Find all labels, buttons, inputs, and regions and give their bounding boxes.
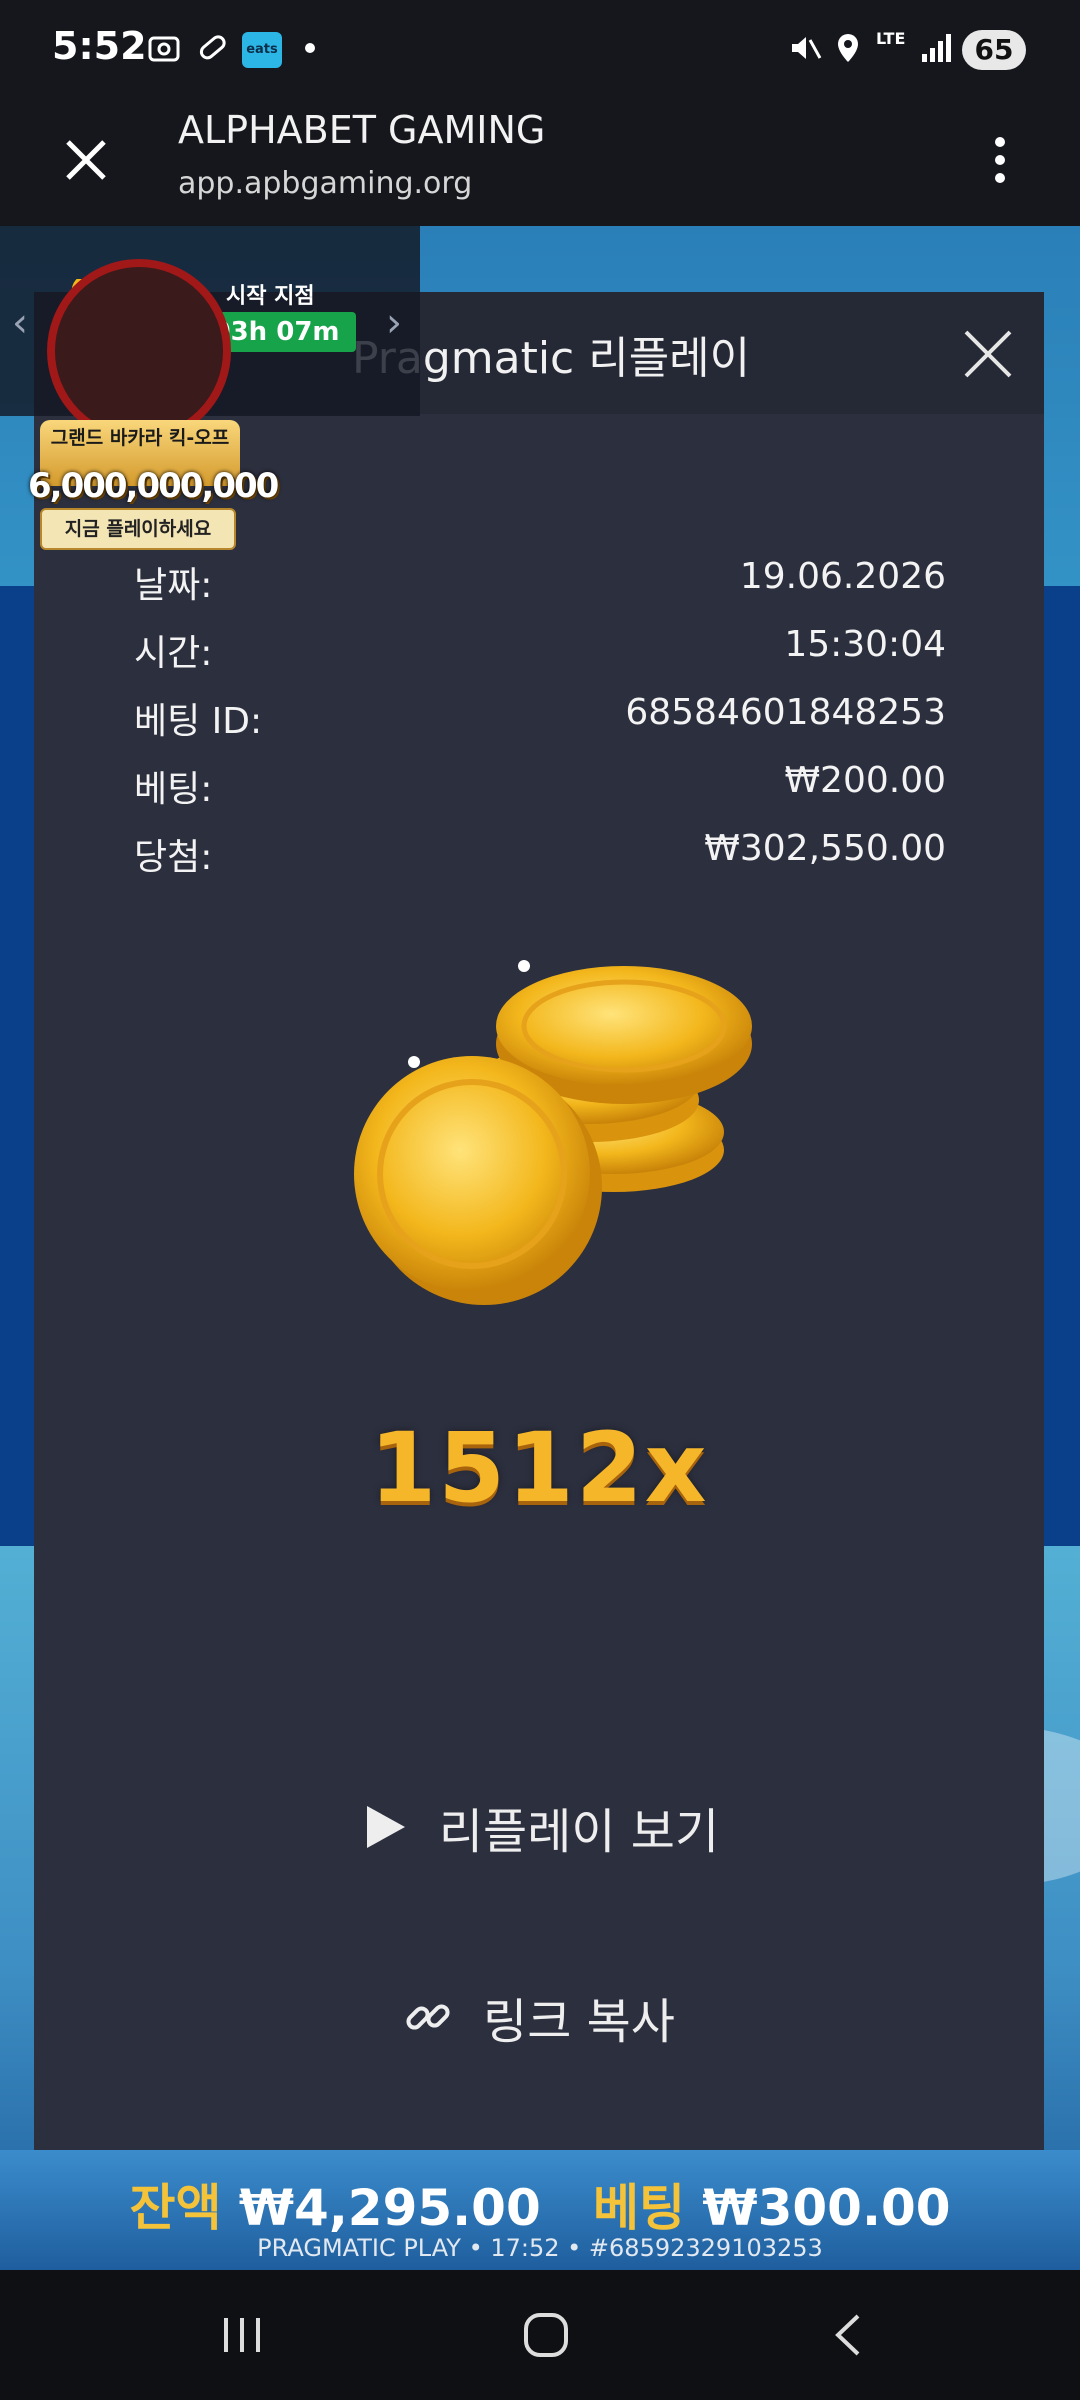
copy-link-button[interactable]: 링크 복사 (34, 1982, 1044, 2072)
promo-start-label: 시작 지점 (226, 284, 315, 309)
detail-label: 베팅: (134, 769, 213, 810)
detail-label: 시간: (134, 633, 213, 674)
close-icon[interactable] (58, 132, 114, 188)
detail-label: 베팅 ID: (134, 701, 263, 742)
chevron-right-icon[interactable]: › (386, 300, 402, 346)
bet-value: ₩300.00 (702, 2179, 951, 2237)
screenshot-icon (148, 36, 180, 62)
balance-label: 잔액 (129, 2179, 222, 2237)
copy-link-label: 링크 복사 (483, 1994, 675, 2050)
detail-label: 날짜: (134, 565, 213, 606)
detail-value: ₩302,550.00 (704, 828, 946, 869)
detail-value: 15:30:04 (784, 624, 946, 665)
lte-icon: LTE (876, 29, 906, 48)
home-icon[interactable] (516, 2310, 576, 2360)
play-now-button[interactable]: 지금 플레이하세요 (40, 508, 236, 550)
browser-toolbar: ALPHABET GAMING app.apbgaming.org (0, 104, 1080, 226)
detail-value: ₩200.00 (784, 760, 946, 801)
detail-row-bet-id: 베팅 ID: 68584601848253 (134, 692, 946, 752)
recent-apps-icon[interactable] (212, 2310, 272, 2360)
win-multiplier: 1512x (369, 1412, 709, 1524)
link-icon (406, 2004, 450, 2030)
chevron-left-icon[interactable]: ‹ (12, 300, 28, 346)
detail-row-bet: 베팅: ₩200.00 (134, 760, 946, 820)
balance-bet-line: 잔액 ₩4,295.00 베팅 ₩300.00 (0, 2168, 1080, 2240)
mute-vibrate-icon (792, 37, 822, 59)
status-time: 5:52 (52, 24, 147, 68)
detail-label: 당첨: (134, 837, 213, 878)
eats-app-icon: eats (242, 32, 282, 68)
back-icon[interactable] (818, 2310, 878, 2360)
detail-row-time: 시간: 15:30:04 (134, 624, 946, 684)
signal-icon (922, 34, 951, 62)
game-area: Pragmatic 리플레이 날짜: 19.06.2026 시간: 15:30:… (0, 226, 1080, 2270)
battery-icon: 65 (962, 30, 1026, 70)
reel-frame-right (1044, 586, 1080, 1546)
balance-value: ₩4,295.00 (238, 2179, 541, 2237)
location-icon (838, 34, 858, 62)
detail-value: 19.06.2026 (739, 556, 946, 597)
detail-row-date: 날짜: 19.06.2026 (134, 556, 946, 616)
more-options-icon[interactable] (980, 130, 1020, 190)
bet-label: 베팅 (593, 2179, 685, 2237)
system-nav-bar (0, 2270, 1080, 2400)
gold-coins-icon (354, 960, 752, 1305)
close-icon[interactable] (960, 326, 1016, 382)
prize-amount: 6,000,000,000 (28, 466, 279, 506)
game-footer: 잔액 ₩4,295.00 베팅 ₩300.00 PRAGMATIC PLAY •… (0, 2150, 1080, 2270)
detail-value: 68584601848253 (625, 692, 946, 733)
watch-replay-button[interactable]: 리플레이 보기 (34, 1792, 1044, 1882)
page-url[interactable]: app.apbgaming.org (178, 166, 472, 201)
replay-dialog: Pragmatic 리플레이 날짜: 19.06.2026 시간: 15:30:… (34, 292, 1044, 2178)
hero-emblem (47, 259, 231, 443)
play-icon (366, 1806, 405, 1848)
bandage-icon (199, 35, 226, 60)
game-meta: PRAGMATIC PLAY • 17:52 • #68592329103253 (257, 2234, 823, 2262)
detail-row-win: 당첨: ₩302,550.00 (134, 828, 946, 888)
status-bar: 5:52 eats LTE 65 (0, 0, 1080, 104)
watch-replay-label: 리플레이 보기 (438, 1804, 720, 1860)
dot-icon (305, 43, 315, 53)
page-title: ALPHABET GAMING (178, 108, 546, 152)
reel-frame-left (0, 586, 36, 1546)
